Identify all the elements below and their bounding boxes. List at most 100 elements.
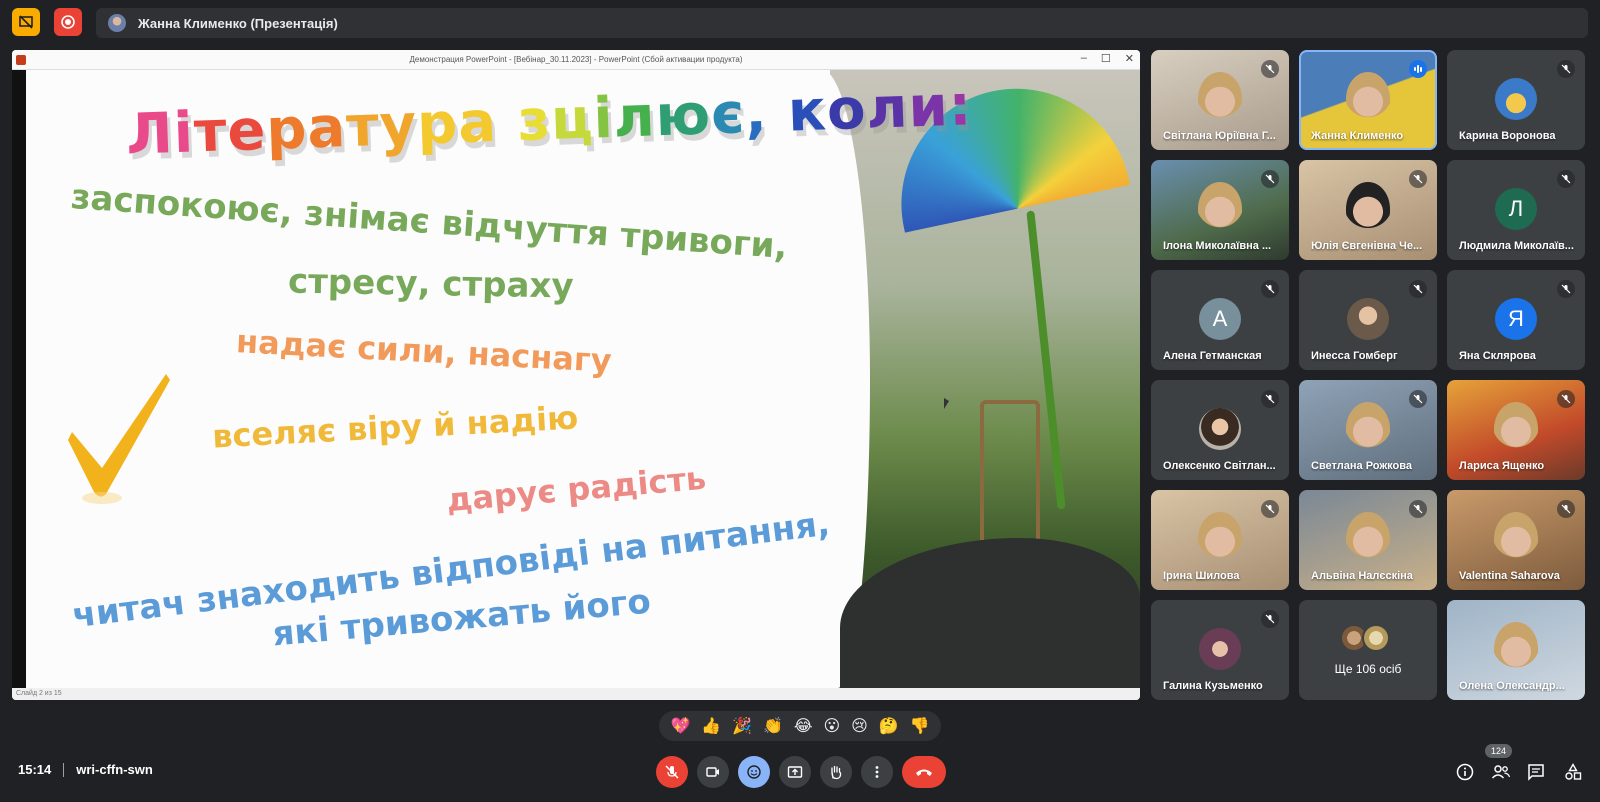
people-icon (1491, 765, 1511, 779)
participant-tile[interactable]: Юлія Євгенівна Че... (1299, 160, 1437, 260)
participant-tile[interactable]: Я Яна Склярова (1447, 270, 1585, 370)
presenter-bar[interactable]: Жанна Клименко (Презентація) (96, 8, 1588, 38)
hang-up-icon (916, 769, 932, 776)
participant-tile[interactable]: Ірина Шилова (1151, 490, 1289, 590)
mic-off-icon (1409, 500, 1427, 518)
activities-icon (1565, 763, 1582, 780)
meeting-details-button[interactable] (1454, 761, 1476, 783)
slide-title-letter: е (226, 97, 268, 165)
slide-title-letter: к (786, 78, 829, 145)
emoji-button[interactable] (738, 756, 770, 788)
participant-tile[interactable]: Ілона Миколаївна ... (1151, 160, 1289, 260)
participant-name: Жанна Клименко (1311, 130, 1404, 142)
present-screen-button[interactable] (779, 756, 811, 788)
participant-name: Галина Кузьменко (1163, 680, 1263, 692)
slide-photo (790, 70, 1140, 688)
participant-tile[interactable]: Олена Олександр... (1447, 600, 1585, 700)
mic-off-icon (1557, 280, 1575, 298)
mic-off-icon (1557, 60, 1575, 78)
hand-icon (831, 765, 842, 780)
participant-tile[interactable]: А Алена Гетманская (1151, 270, 1289, 370)
participant-tile[interactable]: Альвіна Налєскіна (1299, 490, 1437, 590)
participant-tile[interactable]: Лариса Ященко (1447, 380, 1585, 480)
reaction-thumbs-up[interactable]: 👍 (701, 716, 721, 736)
participant-tile[interactable]: Світлана Юріївна Г... (1151, 50, 1289, 150)
slide-title-letter: : (947, 73, 974, 140)
participant-name: Альвіна Налєскіна (1311, 570, 1413, 582)
slide-title-letter: р (415, 91, 460, 158)
presentation-stage: Демонстрация PowerPoint - [Вебінар_30.11… (12, 50, 1140, 700)
slide-title-letter: л (612, 84, 657, 151)
participant-name: Valentina Saharova (1459, 570, 1560, 582)
participant-tile[interactable]: Олексенко Світлан... (1151, 380, 1289, 480)
more-options-button[interactable] (861, 756, 893, 788)
raise-hand-button[interactable] (820, 756, 852, 788)
camera-icon (706, 767, 719, 777)
participant-tile[interactable]: Инесса Гомберг (1299, 270, 1437, 370)
chat-button[interactable] (1525, 761, 1547, 783)
participant-name: Ілона Миколаївна ... (1163, 240, 1272, 252)
mic-off-icon (1261, 500, 1279, 518)
more-participants-label: Ще 106 осіб (1334, 662, 1402, 676)
participant-avatar (1199, 628, 1241, 670)
microphone-button[interactable] (656, 756, 688, 788)
presentation-off-button[interactable] (12, 8, 40, 36)
participant-video (1198, 182, 1242, 236)
participant-name: Светлана Рожкова (1311, 460, 1412, 472)
record-icon (61, 15, 75, 29)
reaction-laugh[interactable]: 😂 (794, 716, 813, 736)
participant-tile[interactable]: Л Людмила Миколаїв... (1447, 160, 1585, 260)
participant-tile[interactable]: Светлана Рожкова (1299, 380, 1437, 480)
participant-video (1346, 402, 1390, 456)
emoji-icon (747, 765, 761, 779)
slide-title-letter: и (907, 74, 950, 141)
speaking-indicator-icon (1409, 60, 1427, 78)
slide-title-letter (496, 89, 519, 155)
participant-name: Світлана Юріївна Г... (1163, 130, 1276, 142)
minimize-icon[interactable]: – (1081, 52, 1087, 65)
activities-button[interactable] (1562, 761, 1584, 783)
participant-name: Олена Олександр... (1459, 680, 1565, 692)
people-count-badge: 124 (1485, 744, 1513, 758)
mic-off-icon (1261, 390, 1279, 408)
slide-title-letter: Л (125, 101, 175, 168)
participant-name: Карина Воронова (1459, 130, 1556, 142)
people-button[interactable] (1490, 761, 1512, 783)
close-icon[interactable]: ✕ (1125, 52, 1134, 65)
slide-title-letter (766, 80, 789, 146)
info-icon (1456, 763, 1474, 781)
recording-button[interactable] (54, 8, 82, 36)
reaction-thinking[interactable]: 🤔 (879, 716, 899, 736)
participant-video (1346, 72, 1390, 126)
reactions-bar: 💖 👍 🎉 👏 😂 😮 😢 🤔 👎 (659, 711, 941, 741)
reaction-clap[interactable]: 👏 (763, 716, 783, 736)
slide-title-letter: у (378, 92, 419, 159)
participant-tile[interactable]: Галина Кузьменко (1151, 600, 1289, 700)
leave-call-button[interactable] (902, 756, 946, 788)
mic-off-icon (1557, 500, 1575, 518)
reaction-heart[interactable]: 💖 (670, 716, 690, 736)
present-stop-icon (19, 15, 33, 29)
participant-name: Олексенко Світлан... (1163, 460, 1276, 472)
slide-line-1: заспокоює, знімає відчуття тривоги, (69, 176, 789, 268)
slide-title-letter: і (592, 85, 615, 152)
maximize-icon[interactable]: ☐ (1101, 52, 1111, 65)
participant-tile[interactable]: Карина Воронова (1447, 50, 1585, 150)
more-participants-tile[interactable]: Ще 106 осіб (1299, 600, 1437, 700)
mic-off-icon (1409, 390, 1427, 408)
reaction-sad[interactable]: 😢 (851, 716, 868, 736)
rock-image (840, 538, 1140, 688)
camera-button[interactable] (697, 756, 729, 788)
slide-title-letter: р (265, 96, 309, 163)
mic-off-icon (1409, 170, 1427, 188)
participant-video (1346, 512, 1390, 566)
mic-off-icon (1557, 170, 1575, 188)
reaction-thumbs-down[interactable]: 👎 (910, 716, 930, 736)
participant-tile[interactable]: Жанна Клименко (1299, 50, 1437, 150)
reaction-party[interactable]: 🎉 (732, 716, 752, 736)
mic-off-icon (1409, 280, 1427, 298)
participant-video (1494, 622, 1538, 676)
reaction-surprised[interactable]: 😮 (823, 716, 840, 736)
slide: Література зцілює, коли: заспокоює, знім… (26, 70, 1140, 688)
participant-tile[interactable]: Valentina Saharova (1447, 490, 1585, 590)
